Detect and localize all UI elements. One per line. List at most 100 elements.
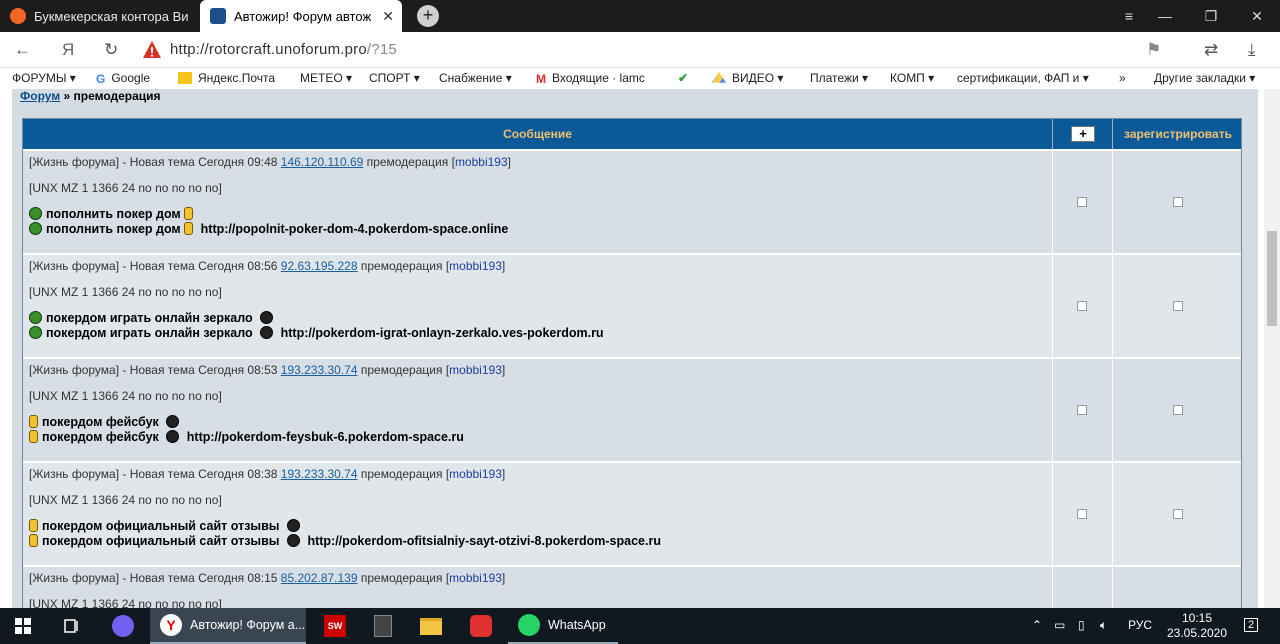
breadcrumb-current: премодерация: [73, 89, 161, 103]
ip-link[interactable]: 193.233.30.74: [281, 363, 358, 377]
message-title: покердом играть онлайн зеркало: [46, 326, 253, 340]
file-explorer-button[interactable]: [408, 608, 454, 644]
bookmark-payments[interactable]: Платежи ▾: [810, 71, 868, 85]
ip-link[interactable]: 193.233.30.74: [281, 467, 358, 481]
bookmark-label: Другие закладки ▾: [1154, 71, 1256, 85]
bookmark-video[interactable]: ВИДЕО ▾: [712, 71, 783, 85]
user-agent-line: [UNX MZ 1 1366 24 no no no no no]: [29, 285, 222, 299]
yandex-browser-taskbar-button[interactable]: Y Автожир! Форум а...: [150, 608, 306, 644]
message-text: покердом официальный сайт отзывы покердо…: [29, 519, 1046, 549]
bomb-icon: [260, 311, 274, 324]
mail-icon: [178, 72, 192, 84]
bookmark-google[interactable]: G Google: [96, 71, 150, 86]
page-scrollbar[interactable]: [1264, 89, 1280, 608]
spam-url: http://pokerdom-ofitsialniy-sayt-otzivi-…: [307, 534, 661, 548]
message-text: пополнить покер дом пополнить покер дом …: [29, 207, 1046, 237]
select-checkbox[interactable]: [1077, 301, 1087, 311]
battery-icon[interactable]: ▯: [1078, 618, 1085, 632]
table-header: Сообщение + зарегистрировать: [23, 119, 1241, 149]
ip-link[interactable]: 146.120.110.69: [281, 155, 364, 169]
user-link[interactable]: mobbi193: [449, 467, 502, 481]
tab-bookmaker[interactable]: Букмекерская контора Ви: [0, 0, 198, 32]
back-button[interactable]: ←: [14, 40, 31, 60]
message-title: покердом играть онлайн зеркало: [46, 311, 253, 325]
smiley-icon: [29, 207, 42, 220]
bookmark-comp[interactable]: КОМП ▾: [890, 71, 934, 85]
user-link[interactable]: mobbi193: [449, 571, 502, 585]
restore-button[interactable]: ❐: [1188, 0, 1234, 32]
minimize-button[interactable]: —: [1142, 0, 1188, 32]
header-register[interactable]: зарегистрировать: [1114, 119, 1242, 149]
register-checkbox[interactable]: [1173, 197, 1183, 207]
bookmark-sport[interactable]: СПОРТ ▾: [369, 71, 420, 85]
reload-button[interactable]: ↻: [104, 40, 118, 60]
task-view-button[interactable]: [48, 608, 94, 644]
share-icon[interactable]: ⇄: [1204, 40, 1218, 60]
volume-icon[interactable]: 🔈︎: [1100, 618, 1107, 633]
bookmark-certifications[interactable]: сертификации, ФАП и ▾: [957, 71, 1089, 85]
select-cell: [1053, 567, 1113, 608]
scrollbar-thumb[interactable]: [1267, 231, 1277, 326]
register-checkbox[interactable]: [1173, 301, 1183, 311]
download-icon[interactable]: ⤓: [1248, 40, 1256, 60]
select-all-plus-button[interactable]: +: [1071, 126, 1095, 142]
bookmark-label: Снабжение ▾: [439, 71, 512, 85]
page-viewport: Форум » премодерация Сообщение + зарегис…: [0, 89, 1264, 608]
message-cell: [Жизнь форума] - Новая тема Сегодня 08:5…: [23, 359, 1053, 461]
notifications-icon[interactable]: 2: [1244, 618, 1259, 632]
bookmark-label: ФОРУМЫ ▾: [12, 71, 76, 85]
message-cell: [Жизнь форума] - Новая тема Сегодня 08:1…: [23, 567, 1053, 608]
breadcrumb-forum-link[interactable]: Форум: [20, 89, 60, 103]
other-bookmarks-button[interactable]: Другие закладки ▾: [1154, 71, 1255, 85]
start-button[interactable]: [0, 608, 46, 644]
calculator-button[interactable]: [360, 608, 406, 644]
register-checkbox[interactable]: [1173, 405, 1183, 415]
close-tab-icon[interactable]: ✕: [382, 8, 394, 25]
user-link[interactable]: mobbi193: [455, 155, 508, 169]
register-checkbox[interactable]: [1173, 509, 1183, 519]
tab-forum[interactable]: Автожир! Форум автож ✕: [200, 0, 402, 32]
bookmark-yandex-mail[interactable]: Яндекс.Почта: [178, 71, 275, 85]
header-select-all: +: [1053, 119, 1113, 149]
user-link[interactable]: mobbi193: [449, 259, 502, 273]
tray-chevron-icon[interactable]: ⌃: [1032, 618, 1042, 632]
select-checkbox[interactable]: [1077, 405, 1087, 415]
yandex-button[interactable]: Я: [62, 40, 74, 60]
url-field[interactable]: http://rotorcraft.unoforum.pro/?15: [170, 41, 397, 58]
premoderation-table: Сообщение + зарегистрировать [Жизнь фору…: [22, 118, 1242, 608]
language-indicator[interactable]: РУС: [1128, 618, 1152, 632]
bookmark-forums[interactable]: ФОРУМЫ ▾: [12, 71, 76, 85]
close-window-button[interactable]: ✕: [1234, 0, 1280, 32]
spam-url: http://popolnit-poker-dom-4.pokerdom-spa…: [200, 222, 509, 236]
network-icon[interactable]: ▭: [1054, 618, 1065, 632]
select-cell: [1053, 359, 1113, 461]
sw-app-button[interactable]: SW: [312, 608, 358, 644]
breadcrumb: Форум » премодерация: [20, 89, 161, 103]
event-line: [Жизнь форума] - Новая тема Сегодня 08:5…: [29, 363, 1046, 381]
bookmarks-overflow-button[interactable]: »: [1119, 71, 1126, 85]
table-row: [Жизнь форума] - Новая тема Сегодня 08:5…: [23, 253, 1241, 357]
bookmark-meteo[interactable]: МЕТЕО ▾: [300, 71, 352, 85]
ip-link[interactable]: 85.202.87.139: [281, 571, 358, 585]
select-checkbox[interactable]: [1077, 197, 1087, 207]
viber-button[interactable]: [100, 608, 146, 644]
bookmark-supply[interactable]: Снабжение ▾: [439, 71, 512, 85]
windows-taskbar: Y Автожир! Форум а... SW WhatsApp ⌃ ▭ ▯ …: [0, 608, 1280, 644]
bookmark-gmail-inbox[interactable]: M Входящие · lamc: [536, 71, 645, 86]
clock[interactable]: 10:15 23.05.2020: [1162, 611, 1232, 641]
bookmark-icon[interactable]: ⚑: [1146, 40, 1161, 60]
new-tab-button[interactable]: +: [417, 5, 439, 27]
whatsapp-taskbar-button[interactable]: WhatsApp: [508, 608, 618, 644]
smiley-icon: [29, 534, 38, 547]
bookmark-label: Яндекс.Почта: [198, 71, 276, 85]
bookmark-check[interactable]: ✔: [678, 71, 694, 85]
task-view-icon: [64, 619, 78, 633]
ip-link[interactable]: 92.63.195.228: [281, 259, 358, 273]
url-domain: http://rotorcraft.unoforum.pro: [170, 41, 367, 58]
event-prefix: [Жизнь форума] - Новая тема Сегодня 08:5…: [29, 363, 278, 377]
clock-time: 10:15: [1181, 611, 1213, 625]
select-checkbox[interactable]: [1077, 509, 1087, 519]
red-app-button[interactable]: [458, 608, 504, 644]
user-link[interactable]: mobbi193: [449, 363, 502, 377]
warning-icon[interactable]: [142, 40, 162, 60]
